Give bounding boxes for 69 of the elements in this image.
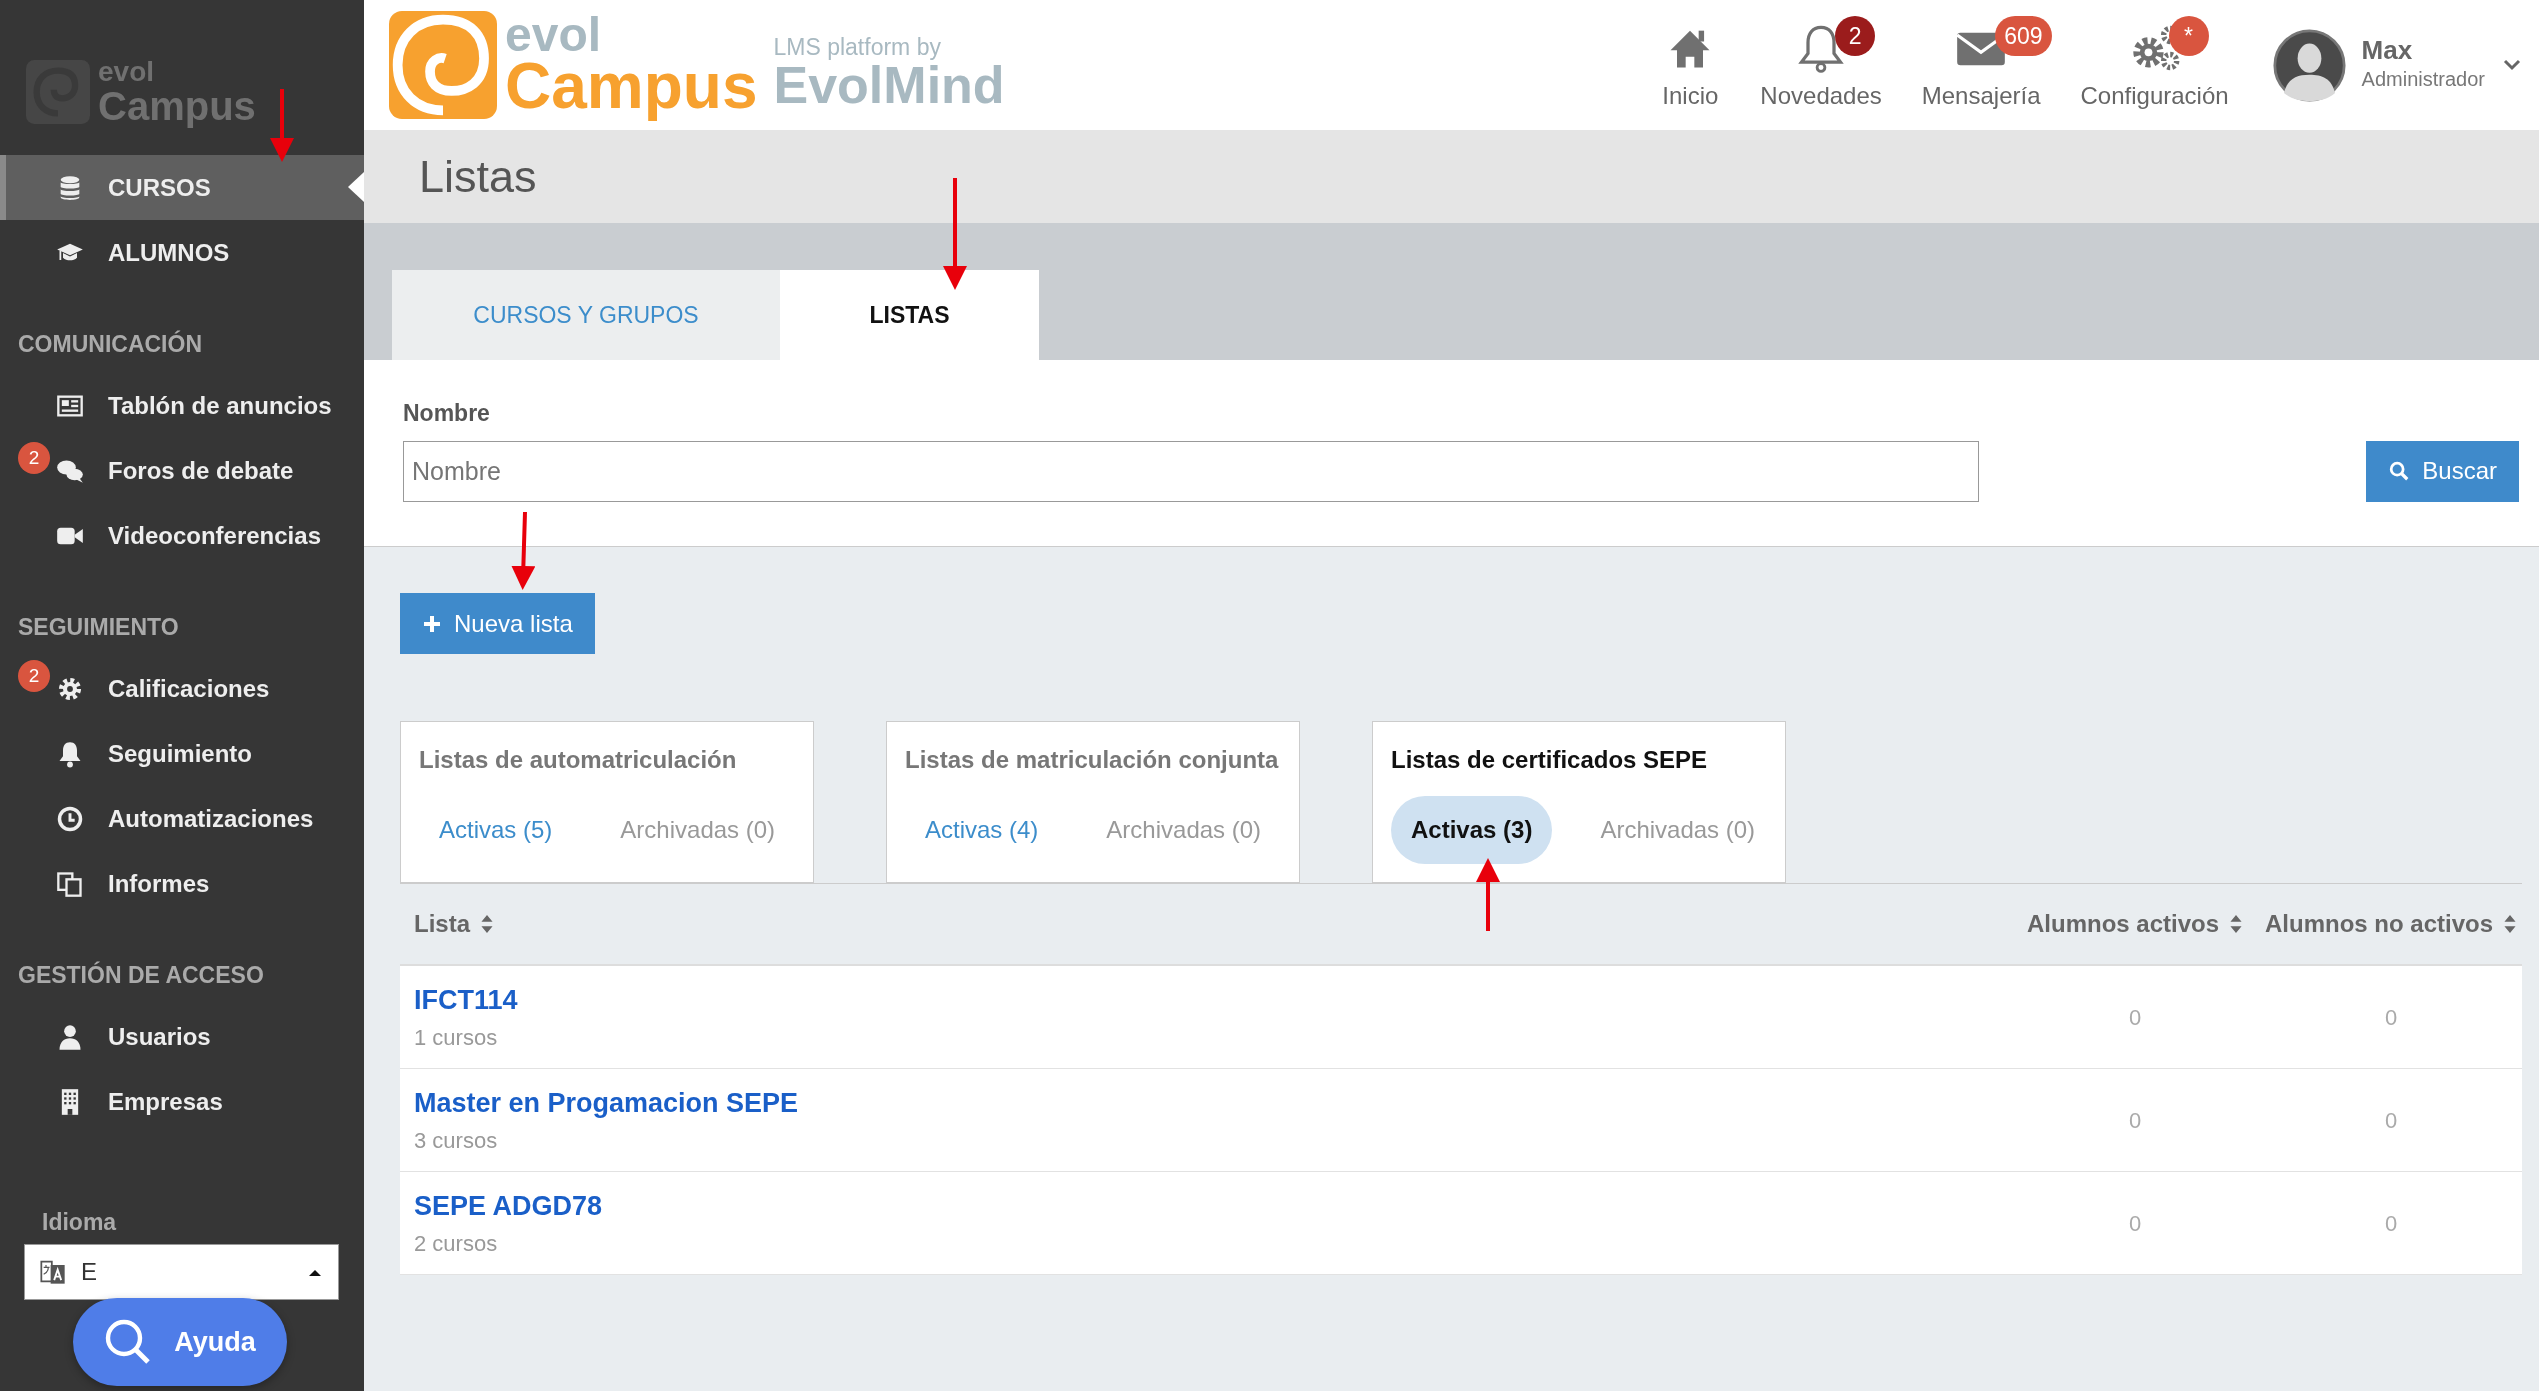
avatar-icon <box>2272 28 2346 102</box>
logo-text: Campus <box>98 85 256 126</box>
sort-icon <box>2229 914 2243 934</box>
section-heading: GESTIÓN DE ACCESO <box>17 960 265 990</box>
name-field[interactable]: Nombre <box>403 440 1979 502</box>
card-title: Listas de matriculación conjunta <box>905 745 1279 775</box>
card-title: Listas de automatriculación <box>419 745 738 775</box>
plus-icon <box>422 613 442 634</box>
badge-count: 2 <box>18 660 50 692</box>
table-cell-text: 0 <box>2127 1003 2143 1032</box>
filter-link[interactable]: Activas (4) <box>905 796 1059 864</box>
documents-icon <box>56 869 84 898</box>
section-heading: SEGUIMIENTO <box>17 613 180 642</box>
table-cell-text: 0 <box>2383 1106 2399 1135</box>
sidebar-item[interactable]: Empresas <box>0 1069 364 1134</box>
card-title: Listas de certificados SEPE <box>1391 745 1709 775</box>
logo-text: evol <box>505 13 603 57</box>
search-button[interactable]: Buscar <box>2366 440 2519 502</box>
table-cell-text: 0 <box>2383 1209 2399 1238</box>
sidebar-item[interactable]: CURSOS <box>0 155 364 220</box>
column-header[interactable]: Alumnos activos <box>2026 906 2243 942</box>
sidebar-item[interactable]: Seguimiento <box>0 721 364 786</box>
help-button[interactable]: Ayuda <box>73 1298 287 1386</box>
column-header[interactable]: Lista <box>400 906 494 942</box>
badge-count: 2 <box>18 442 50 474</box>
course-count: 2 cursos <box>414 1229 498 1258</box>
notification-badge: 2 <box>1835 16 1876 56</box>
table-cell-text: 0 <box>2127 1209 2143 1238</box>
table-cell-text: 0 <box>2383 1003 2399 1032</box>
sidebar-item[interactable]: Automatizaciones <box>0 786 364 851</box>
sort-icon <box>480 914 494 934</box>
language-select[interactable]: E <box>24 1243 339 1300</box>
sidebar-item[interactable]: Usuarios <box>0 1004 364 1069</box>
sidebar-item[interactable]: 2 Calificaciones <box>0 656 364 721</box>
course-count: 1 cursos <box>414 1023 498 1052</box>
field-label: Nombre <box>403 399 490 428</box>
list-link[interactable]: Master en Progamacion SEPE <box>414 1083 799 1124</box>
sidebar-item[interactable]: Tablón de anuncios <box>0 373 364 438</box>
notification-badge: * <box>2168 16 2209 56</box>
course-count: 3 cursos <box>414 1126 498 1155</box>
list-link[interactable]: SEPE ADGD78 <box>414 1186 603 1227</box>
clock-icon <box>56 804 84 833</box>
nav-link[interactable]: Inicio <box>1640 16 1741 114</box>
sidebar-item[interactable]: Informes <box>0 851 364 916</box>
page-title: Listas <box>364 130 2539 223</box>
sidebar-item[interactable]: ALUMNOS <box>0 220 364 285</box>
sidebar-item[interactable]: Videoconferencias <box>0 503 364 568</box>
logo-text: evol <box>98 57 156 86</box>
user-role: Administrador <box>2361 67 2485 93</box>
sort-icon <box>2503 914 2517 934</box>
list-link[interactable]: IFCT114 <box>414 980 518 1021</box>
filter-link[interactable]: Activas (5) <box>419 796 573 864</box>
search-icon <box>2388 460 2411 482</box>
column-header[interactable]: Alumnos no activos <box>2264 906 2517 942</box>
tab[interactable]: LISTAS <box>780 270 1039 360</box>
logo-tagline: LMS platform by <box>773 35 942 59</box>
nav-link[interactable]: Novedades 2 <box>1740 16 1902 114</box>
user-name: Max <box>2361 35 2414 65</box>
notification-badge: 609 <box>1995 16 2052 56</box>
new-list-button[interactable]: Nueva lista <box>400 593 595 654</box>
filter-link[interactable]: Activas (3) <box>1391 796 1553 864</box>
table-cell-text: 0 <box>2127 1106 2143 1135</box>
nav-link[interactable]: Mensajería 609 <box>1901 16 2061 114</box>
section-heading: COMUNICACIÓN <box>17 329 203 359</box>
field-label: Idioma <box>41 1208 118 1237</box>
sidebar-item[interactable]: 2 Foros de debate <box>0 438 364 503</box>
nav-link[interactable]: Configuración * <box>2060 16 2249 114</box>
tab[interactable]: CURSOS Y GRUPOS <box>392 270 780 360</box>
logo-icon <box>389 11 497 119</box>
